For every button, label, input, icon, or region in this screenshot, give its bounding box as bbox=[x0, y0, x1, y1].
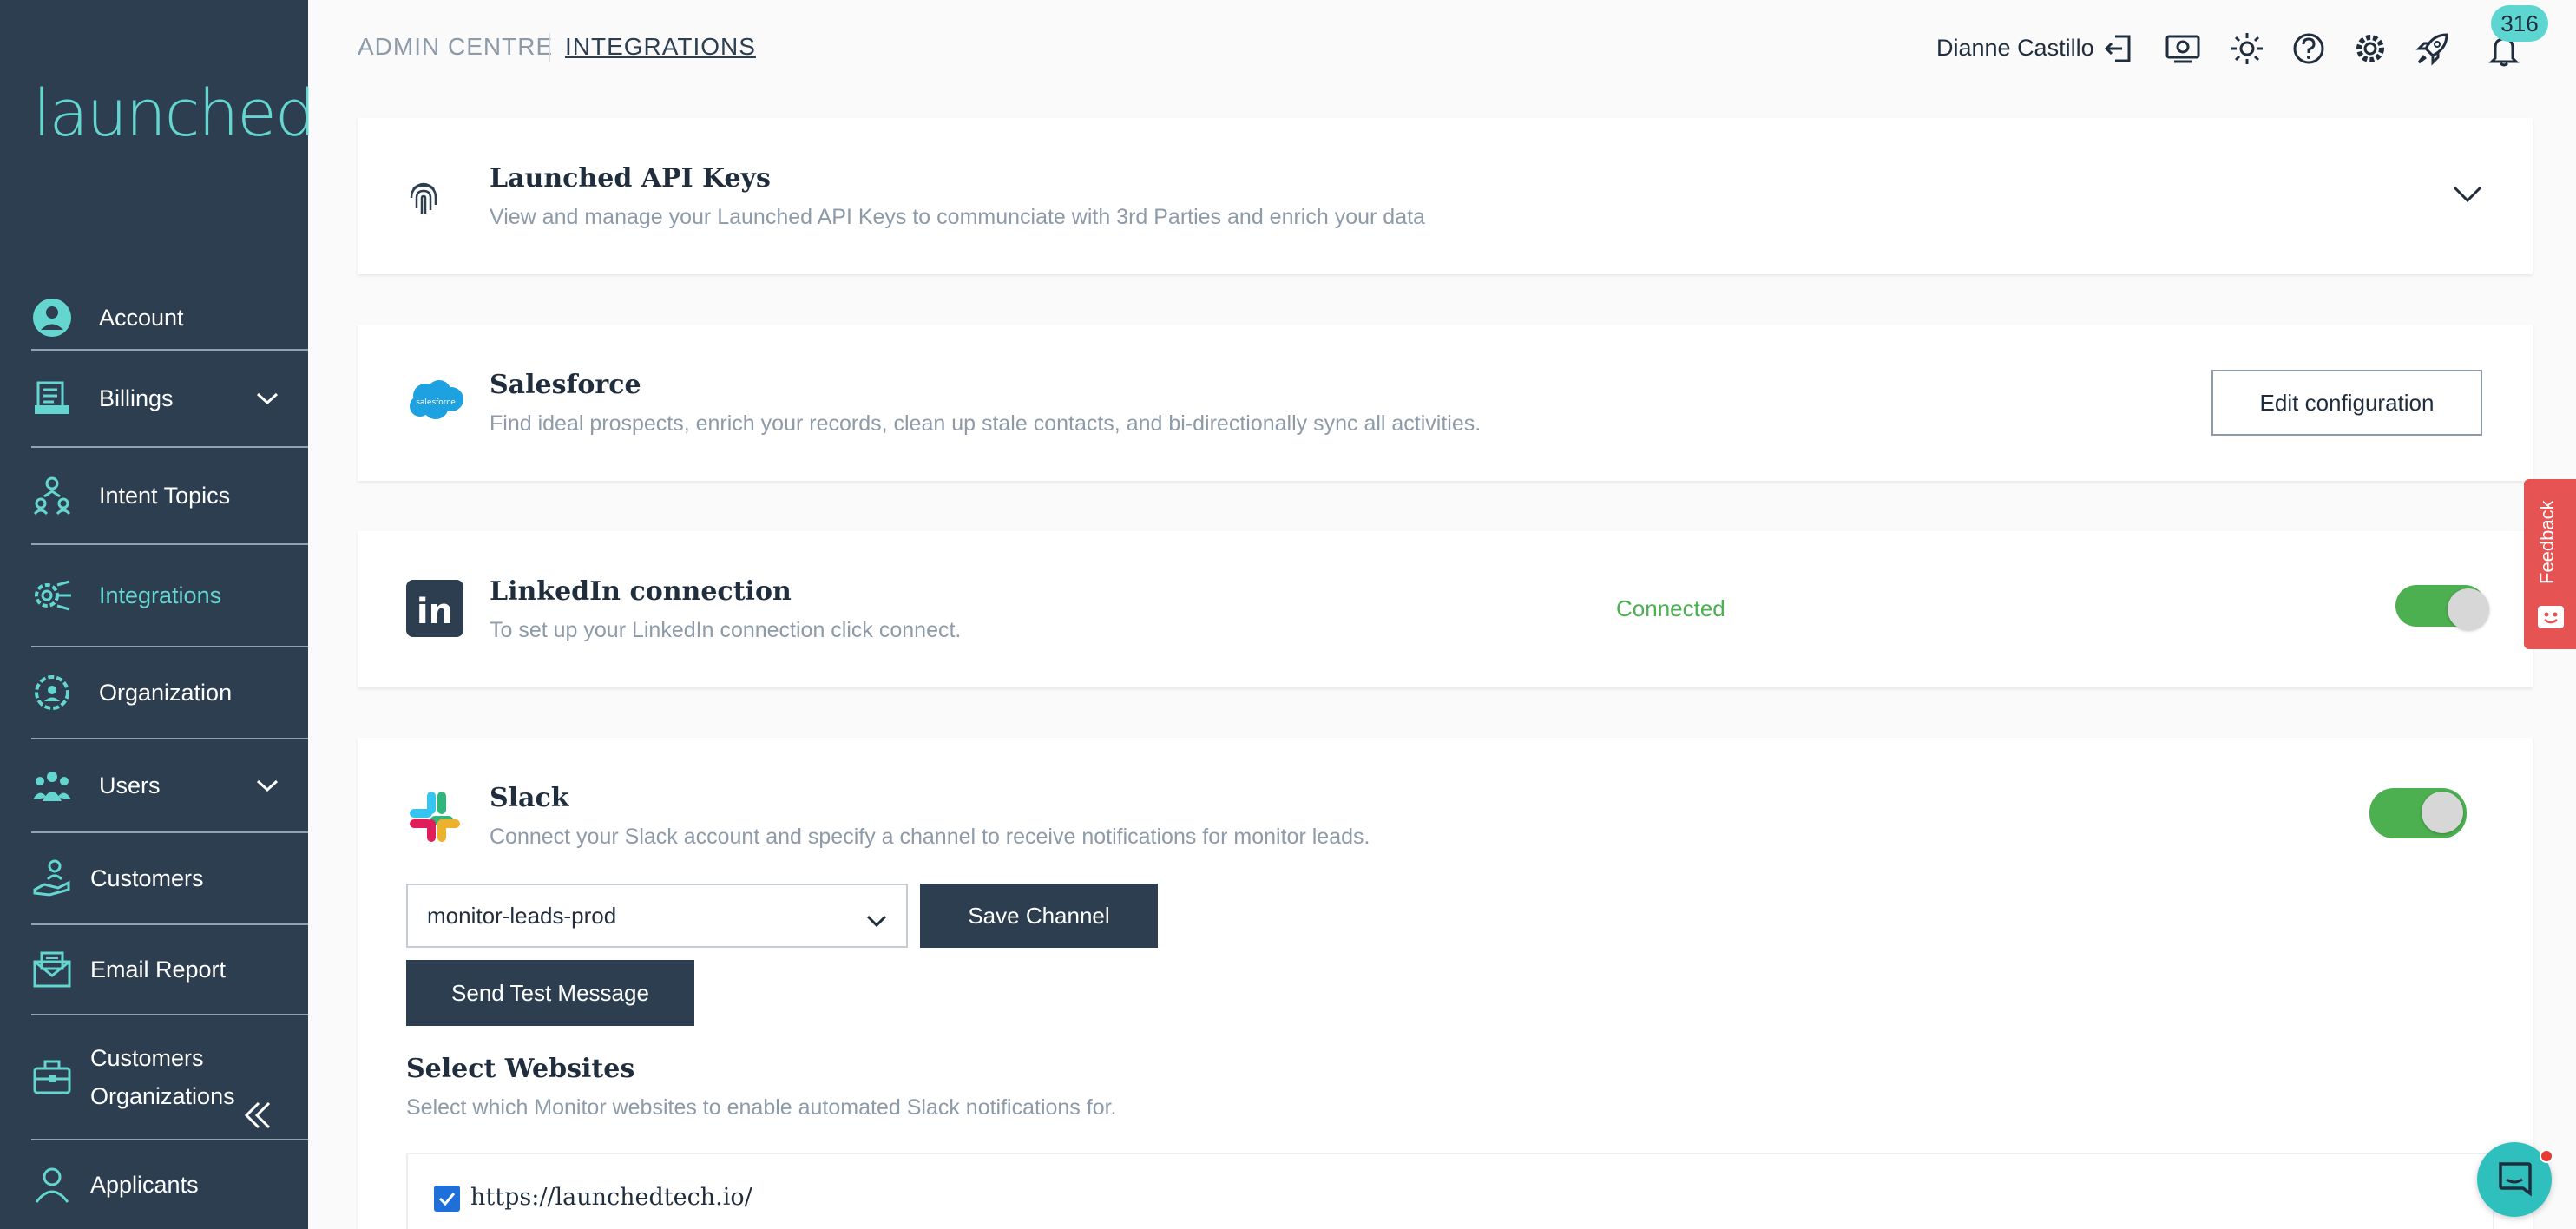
user-circle-icon bbox=[31, 297, 73, 338]
user-name[interactable]: Dianne Castillo bbox=[1936, 35, 2094, 62]
sidebar-item-label: Customers Organizations bbox=[90, 1045, 235, 1109]
slack-description: Connect your Slack account and specify a… bbox=[490, 825, 1370, 849]
slack-channel-value: monitor-leads-prod bbox=[427, 902, 617, 929]
toggle-knob bbox=[2448, 588, 2489, 630]
sidebar-item-label: Users bbox=[99, 772, 161, 799]
linkedin-description: To set up your LinkedIn connection click… bbox=[490, 618, 962, 642]
website-list: https://launchedtech.io/ bbox=[406, 1153, 2494, 1229]
sidebar: launched Account Billings Intent Topics … bbox=[0, 0, 316, 1229]
salesforce-logo-icon: salesforce bbox=[406, 378, 465, 426]
gear-connections-icon bbox=[31, 575, 73, 616]
api-keys-card[interactable]: Launched API Keys View and manage your L… bbox=[358, 118, 2533, 274]
chat-icon bbox=[2495, 1159, 2533, 1201]
slack-logo-icon bbox=[406, 788, 463, 850]
salesforce-logo-text: salesforce bbox=[416, 398, 456, 407]
sidebar-item-email-report[interactable]: Email Report bbox=[31, 925, 308, 1015]
salesforce-description: Find ideal prospects, enrich your record… bbox=[490, 411, 1482, 436]
help-icon[interactable] bbox=[2291, 31, 2326, 66]
api-keys-description: View and manage your Launched API Keys t… bbox=[490, 205, 1425, 229]
breadcrumb-separator bbox=[549, 33, 550, 62]
linkedin-logo-text: in bbox=[417, 592, 453, 632]
users-group-icon bbox=[31, 765, 73, 806]
linkedin-title: LinkedIn connection bbox=[490, 576, 792, 607]
slack-channel-select[interactable]: monitor-leads-prod bbox=[406, 884, 908, 948]
sidebar-item-label: Intent Topics bbox=[99, 482, 231, 509]
sidebar-item-label: Customers bbox=[90, 864, 204, 891]
salesforce-card: salesforce Salesforce Find ideal prospec… bbox=[358, 325, 2533, 481]
chevron-down-icon[interactable] bbox=[256, 775, 279, 802]
app-logo: launched bbox=[33, 76, 316, 151]
gear-icon[interactable] bbox=[2353, 31, 2388, 66]
slack-card: Slack Connect your Slack account and spe… bbox=[358, 738, 2533, 1229]
select-websites-title: Select Websites bbox=[406, 1054, 635, 1084]
hand-person-icon bbox=[31, 858, 73, 899]
logout-icon[interactable] bbox=[2101, 31, 2136, 66]
linkedin-status: Connected bbox=[1616, 595, 1725, 621]
sidebar-item-billings[interactable]: Billings bbox=[31, 351, 308, 448]
sun-icon[interactable] bbox=[2230, 31, 2264, 66]
collapse-sidebar-icon[interactable] bbox=[243, 1101, 273, 1134]
sidebar-item-applicants[interactable]: Applicants bbox=[31, 1140, 308, 1229]
sidebar-item-account[interactable]: Account bbox=[31, 286, 308, 351]
sidebar-item-label: Applicants bbox=[90, 1171, 199, 1198]
breadcrumb-integrations[interactable]: INTEGRATIONS bbox=[565, 33, 756, 61]
sidebar-item-label: Billings bbox=[99, 384, 174, 411]
notification-badge: 316 bbox=[2491, 5, 2548, 42]
slack-title: Slack bbox=[490, 783, 569, 813]
sidebar-item-integrations[interactable]: Integrations bbox=[31, 545, 308, 647]
gear-people-icon bbox=[31, 672, 73, 713]
send-test-message-button[interactable]: Send Test Message bbox=[406, 960, 694, 1026]
linkedin-toggle[interactable] bbox=[2395, 585, 2489, 630]
chat-notification-dot bbox=[2540, 1149, 2553, 1163]
linkedin-logo-icon: in bbox=[406, 580, 463, 641]
slack-toggle[interactable] bbox=[2369, 788, 2467, 838]
briefcase-icon bbox=[31, 1056, 73, 1098]
chevron-down-icon bbox=[866, 908, 887, 935]
fingerprint-icon bbox=[406, 179, 441, 220]
website-url: https://launchedtech.io/ bbox=[470, 1184, 752, 1211]
select-websites-description: Select which Monitor websites to enable … bbox=[406, 1095, 1117, 1120]
receipt-icon bbox=[31, 378, 73, 419]
salesforce-title: Salesforce bbox=[490, 370, 641, 400]
smiley-icon bbox=[2538, 606, 2564, 628]
sidebar-item-intent-topics[interactable]: Intent Topics bbox=[31, 448, 308, 545]
api-keys-title: Launched API Keys bbox=[490, 163, 771, 194]
people-network-icon bbox=[31, 475, 73, 516]
feedback-label: Feedback bbox=[2536, 500, 2558, 585]
chevron-down-icon[interactable] bbox=[256, 388, 279, 415]
rocket-icon[interactable] bbox=[2415, 31, 2450, 66]
sidebar-item-label: Organization bbox=[99, 679, 233, 706]
website-checkbox[interactable] bbox=[434, 1186, 460, 1212]
top-bar: ADMIN CENTRE INTEGRATIONS Dianne Castill… bbox=[308, 0, 2576, 97]
envelope-icon bbox=[31, 949, 73, 990]
breadcrumb-admin-centre[interactable]: ADMIN CENTRE bbox=[358, 33, 553, 61]
sidebar-item-users[interactable]: Users bbox=[31, 739, 308, 833]
sidebar-item-label: Email Report bbox=[90, 956, 227, 983]
person-outline-icon bbox=[31, 1164, 73, 1206]
save-channel-button[interactable]: Save Channel bbox=[920, 884, 1158, 948]
sidebar-item-label: Integrations bbox=[99, 582, 222, 608]
toggle-knob bbox=[2422, 792, 2463, 833]
screen-share-icon[interactable] bbox=[2165, 31, 2200, 66]
linkedin-card: in LinkedIn connection To set up your Li… bbox=[358, 531, 2533, 687]
sidebar-item-organization[interactable]: Organization bbox=[31, 647, 308, 739]
sidebar-item-customers[interactable]: Customers bbox=[31, 833, 308, 925]
edit-configuration-button[interactable]: Edit configuration bbox=[2211, 370, 2482, 436]
sidebar-item-label: Account bbox=[99, 304, 184, 331]
chevron-down-icon[interactable] bbox=[2453, 184, 2482, 209]
